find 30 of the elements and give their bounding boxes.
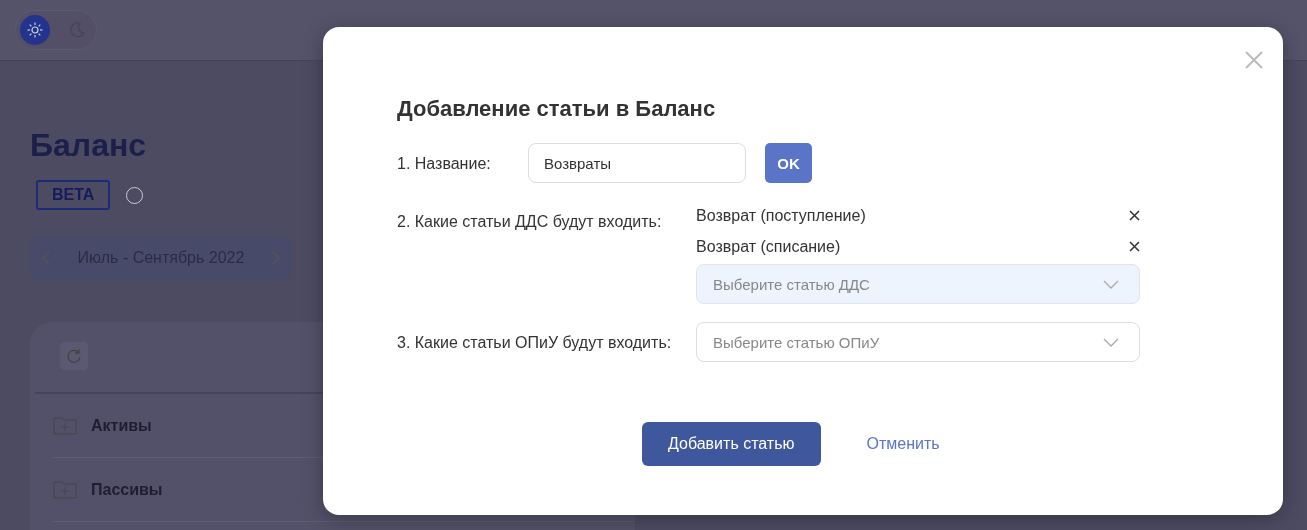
field-label: 2. Какие статьи ДДС будут входить: [397,212,663,231]
select-placeholder: Выберите статью ДДС [713,275,870,293]
sun-icon [27,22,43,38]
remove-button[interactable] [1129,210,1140,221]
dialog-title: Добавление статьи в Баланс [397,96,717,122]
remove-button[interactable] [1129,241,1140,252]
field-label: 1. Название: [397,154,492,173]
select-placeholder: Выберите статью ОПиУ [713,333,880,351]
theme-toggle-button[interactable] [20,15,50,45]
chevron-down-icon [1103,279,1119,289]
cancel-link[interactable]: Отменить [866,435,940,453]
folder-plus-icon[interactable] [53,416,77,435]
folder-plus-icon[interactable] [53,480,77,499]
beta-badge: BETA [36,180,111,210]
select-dropdown[interactable]: Выберите статью ОПиУ [696,322,1140,362]
close-icon [1245,51,1263,69]
refresh-button[interactable] [60,342,88,370]
close-icon [1129,241,1140,252]
field-label: 3. Какие статьи ОПиУ будут входить: [397,333,673,352]
selected-item: Возврат (списание) [696,237,841,256]
ok-button[interactable]: OK [765,143,812,183]
add-button[interactable]: Добавить статью [642,422,821,466]
chevron-down-icon [1103,337,1119,347]
selected-item: Возврат (поступление) [696,206,866,225]
close-icon [1129,210,1140,221]
help-icon[interactable] [126,186,144,204]
name-input[interactable]: Возвраты [528,143,746,183]
refresh-icon [66,348,82,364]
close-button[interactable] [1245,51,1263,69]
select-dropdown[interactable]: Выберите статью ДДС [696,264,1140,304]
